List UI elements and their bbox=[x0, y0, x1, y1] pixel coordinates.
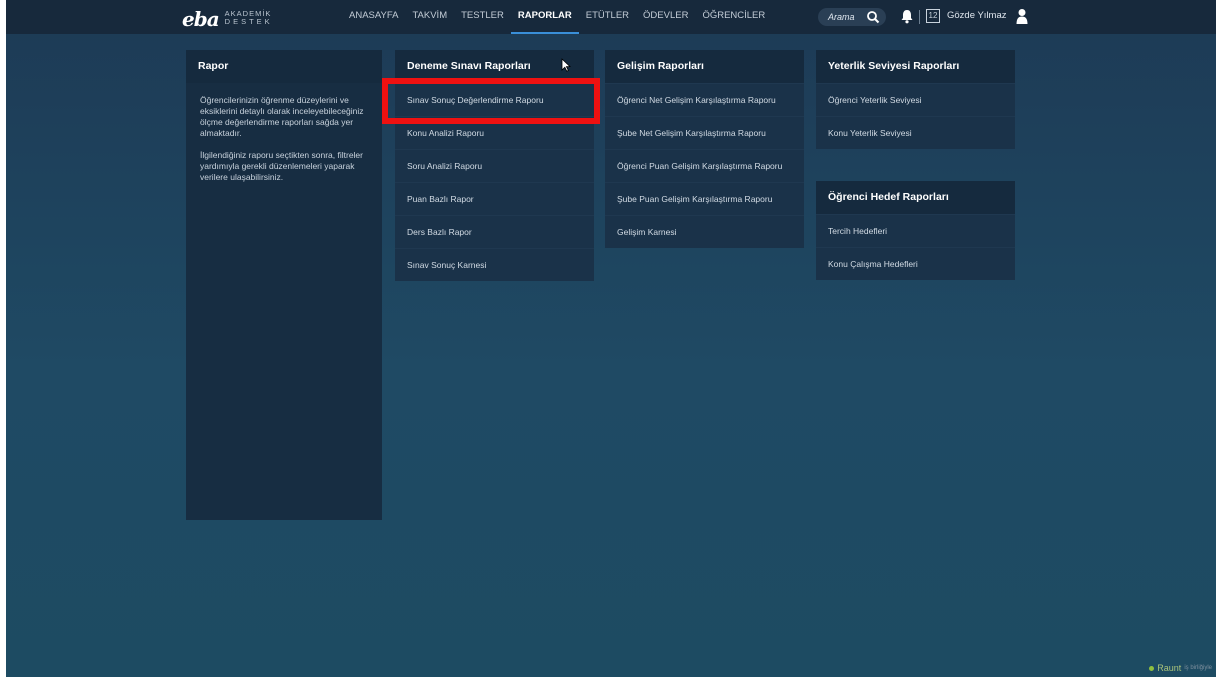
intro-paragraph: İlgilendiğiniz raporu seçtikten sonra, f… bbox=[200, 150, 363, 182]
intro-title: Rapor bbox=[186, 50, 382, 83]
report-sinav-sonuc-degerlendirme[interactable]: Sınav Sonuç Değerlendirme Raporu bbox=[395, 83, 594, 116]
nav-etutler[interactable]: ETÜTLER bbox=[579, 0, 636, 34]
logo-subtitle: AKADEMİK DESTEK bbox=[225, 10, 273, 29]
report-sinav-sonuc-karnesi[interactable]: Sınav Sonuç Karnesi bbox=[395, 248, 594, 281]
report-gelisim-karnesi[interactable]: Gelişim Karnesi bbox=[605, 215, 804, 248]
calendar-icon[interactable]: 12 bbox=[926, 9, 940, 23]
nav-anasayfa[interactable]: ANASAYFA bbox=[342, 0, 405, 34]
report-soru-analizi[interactable]: Soru Analizi Raporu bbox=[395, 149, 594, 182]
gelisim-reports-title: Gelişim Raporları bbox=[605, 50, 804, 83]
report-konu-yeterlik[interactable]: Konu Yeterlik Seviyesi bbox=[816, 116, 1015, 149]
hedef-reports-title: Öğrenci Hedef Raporları bbox=[816, 181, 1015, 214]
nav-testler[interactable]: TESTLER bbox=[454, 0, 511, 34]
report-konu-analizi[interactable]: Konu Analizi Raporu bbox=[395, 116, 594, 149]
search-icon[interactable] bbox=[866, 10, 880, 24]
report-ogrenci-yeterlik[interactable]: Öğrenci Yeterlik Seviyesi bbox=[816, 83, 1015, 116]
main-nav: ANASAYFA TAKVİM TESTLER RAPORLAR ETÜTLER… bbox=[342, 0, 772, 34]
intro-text: Öğrencilerinizin öğrenme düzeylerini ve … bbox=[186, 83, 382, 183]
nav-takvim[interactable]: TAKVİM bbox=[405, 0, 454, 34]
watermark-suffix: iş birliğiyle bbox=[1184, 665, 1212, 671]
report-konu-calisma-hedefleri[interactable]: Konu Çalışma Hedefleri bbox=[816, 247, 1015, 280]
yeterlik-reports-panel: Yeterlik Seviyesi Raporları Öğrenci Yete… bbox=[816, 50, 1015, 149]
report-sube-puan-gelisim[interactable]: Şube Puan Gelişim Karşılaştırma Raporu bbox=[605, 182, 804, 215]
logo-brand: eba bbox=[182, 7, 220, 31]
bell-icon[interactable] bbox=[900, 9, 914, 24]
raunt-logo-icon bbox=[1149, 665, 1155, 671]
raunt-watermark: Raunt iş birliğiyle bbox=[1149, 663, 1212, 673]
search-box[interactable]: Arama bbox=[818, 8, 886, 26]
intro-panel: Rapor Öğrencilerinizin öğrenme düzeyleri… bbox=[186, 50, 382, 520]
report-sube-net-gelisim[interactable]: Şube Net Gelişim Karşılaştırma Raporu bbox=[605, 116, 804, 149]
report-ders-bazli[interactable]: Ders Bazlı Rapor bbox=[395, 215, 594, 248]
nav-odevler[interactable]: ÖDEVLER bbox=[636, 0, 695, 34]
report-ogrenci-puan-gelisim[interactable]: Öğrenci Puan Gelişim Karşılaştırma Rapor… bbox=[605, 149, 804, 182]
nav-ogrenciler[interactable]: ÖĞRENCİLER bbox=[695, 0, 772, 34]
app-frame: eba AKADEMİK DESTEK ANASAYFA TAKVİM TEST… bbox=[6, 0, 1216, 677]
hedef-reports-panel: Öğrenci Hedef Raporları Tercih Hedefleri… bbox=[816, 181, 1015, 280]
nav-raporlar[interactable]: RAPORLAR bbox=[510, 0, 579, 34]
topbar-divider bbox=[919, 10, 920, 24]
watermark-brand: Raunt bbox=[1157, 663, 1182, 673]
yeterlik-reports-title: Yeterlik Seviyesi Raporları bbox=[816, 50, 1015, 83]
report-tercih-hedefleri[interactable]: Tercih Hedefleri bbox=[816, 214, 1015, 247]
user-name[interactable]: Gözde Yılmaz bbox=[947, 10, 1007, 21]
gelisim-reports-panel: Gelişim Raporları Öğrenci Net Gelişim Ka… bbox=[605, 50, 804, 248]
top-bar: eba AKADEMİK DESTEK ANASAYFA TAKVİM TEST… bbox=[6, 0, 1216, 34]
user-icon[interactable] bbox=[1015, 8, 1029, 24]
search-label: Arama bbox=[828, 12, 855, 22]
logo-line2: DESTEK bbox=[224, 17, 273, 26]
eba-logo[interactable]: eba AKADEMİK DESTEK bbox=[182, 5, 273, 29]
mouse-cursor-icon bbox=[561, 58, 571, 72]
report-ogrenci-net-gelisim[interactable]: Öğrenci Net Gelişim Karşılaştırma Raporu bbox=[605, 83, 804, 116]
report-puan-bazli[interactable]: Puan Bazlı Rapor bbox=[395, 182, 594, 215]
deneme-reports-panel: Deneme Sınavı Raporları Sınav Sonuç Değe… bbox=[395, 50, 594, 281]
intro-paragraph: Öğrencilerinizin öğrenme düzeylerini ve … bbox=[200, 95, 364, 138]
